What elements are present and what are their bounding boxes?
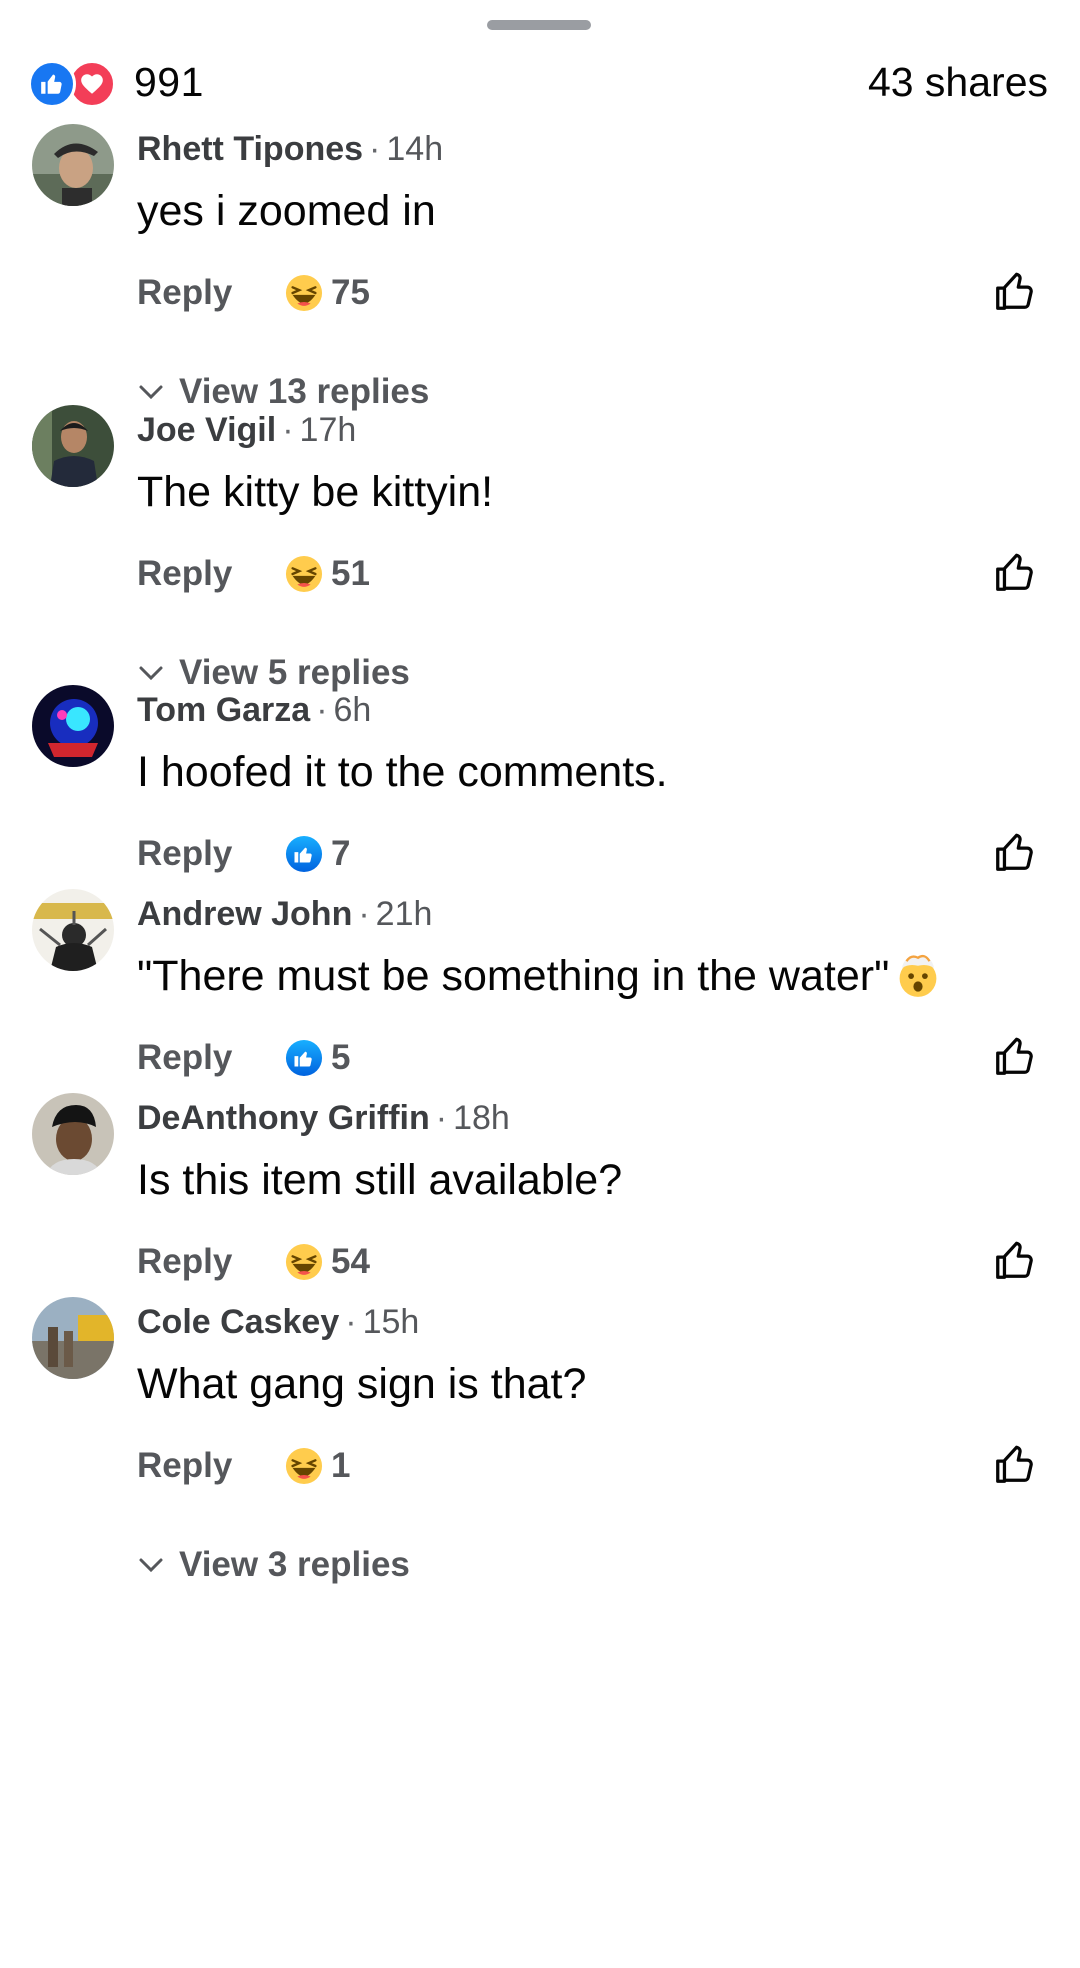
author-line: Rhett Tipones · 14h [137, 124, 443, 174]
like-reaction-icon [28, 60, 76, 108]
chevron-down-icon [139, 666, 163, 681]
like-icon [285, 1039, 323, 1077]
timestamp[interactable]: 17h [300, 411, 357, 449]
separator-dot: · [282, 411, 294, 449]
thumbs-up-icon[interactable] [992, 549, 1038, 595]
reaction-badge[interactable]: 1 [285, 1446, 350, 1486]
haha-icon [285, 1447, 323, 1485]
like-icon [285, 835, 323, 873]
thumbs-up-icon[interactable] [992, 1033, 1038, 1079]
author-name[interactable]: Cole Caskey [137, 1303, 339, 1341]
timestamp[interactable]: 15h [363, 1303, 420, 1341]
total-reactions-count: 991 [134, 58, 204, 105]
comment-actions: Reply 54 [137, 1233, 370, 1291]
comment-actions: Reply 75 [137, 264, 370, 322]
reaction-badge[interactable]: 7 [285, 834, 350, 874]
thumbs-up-icon[interactable] [992, 268, 1038, 314]
comment-text: yes i zoomed in [137, 187, 436, 235]
chevron-down-icon [139, 1558, 163, 1573]
shares-count[interactable]: 43 shares [868, 59, 1048, 106]
avatar[interactable] [32, 685, 114, 767]
reaction-count: 1 [331, 1446, 351, 1485]
thumbs-up-icon[interactable] [992, 829, 1038, 875]
avatar[interactable] [32, 889, 114, 971]
reactions-summary-bar: 991 43 shares [28, 52, 1048, 112]
avatar[interactable] [32, 1093, 114, 1175]
drag-handle[interactable] [487, 20, 591, 30]
separator-dot: · [369, 130, 381, 168]
reply-button[interactable]: Reply [137, 834, 285, 874]
comment-text: The kitty be kittyin! [137, 468, 494, 516]
haha-icon [285, 1243, 323, 1281]
thumbs-up-icon[interactable] [992, 1237, 1038, 1283]
author-name[interactable]: Rhett Tipones [137, 130, 363, 168]
reaction-count: 5 [331, 1038, 351, 1077]
thumbs-up-icon[interactable] [992, 1441, 1038, 1487]
reaction-badge[interactable]: 54 [285, 1242, 370, 1282]
author-line: Cole Caskey · 15h [137, 1297, 419, 1347]
reply-button[interactable]: Reply [137, 1242, 285, 1282]
timestamp[interactable]: 6h [334, 691, 372, 729]
author-line: Tom Garza · 6h [137, 685, 371, 735]
author-name[interactable]: Joe Vigil [137, 411, 276, 449]
avatar[interactable] [32, 124, 114, 206]
comment-text: Is this item still available? [137, 1156, 623, 1204]
comment-actions: Reply 7 [137, 825, 350, 883]
reply-button[interactable]: Reply [137, 1446, 285, 1486]
comment-text: I hoofed it to the comments. [137, 748, 668, 796]
author-line: Joe Vigil · 17h [137, 405, 356, 455]
avatar[interactable] [32, 1297, 114, 1379]
reaction-count: 75 [331, 273, 370, 312]
haha-icon [285, 555, 323, 593]
view-replies-link[interactable]: View 3 replies [137, 1545, 410, 1585]
separator-dot: · [435, 1099, 448, 1137]
timestamp[interactable]: 18h [453, 1099, 510, 1137]
comment-actions: Reply 1 [137, 1437, 350, 1495]
reaction-icons [28, 60, 120, 108]
comment-text: What gang sign is that? [137, 1360, 587, 1408]
chevron-down-icon [139, 385, 163, 400]
separator-dot: · [345, 1303, 357, 1341]
reactions-summary[interactable]: 991 [28, 58, 204, 108]
reaction-count: 7 [331, 834, 351, 873]
reply-button[interactable]: Reply [137, 1038, 285, 1078]
exploding-head-icon [899, 954, 937, 997]
reaction-count: 54 [331, 1242, 370, 1281]
author-name[interactable]: DeAnthony Griffin [137, 1099, 430, 1137]
comment-actions: Reply 51 [137, 545, 370, 603]
timestamp[interactable]: 14h [386, 130, 443, 168]
comment-text: "There must be something in the water" [137, 945, 941, 1007]
comment-text-content: "There must be something in the water" [137, 952, 890, 1000]
separator-dot: · [316, 691, 328, 729]
timestamp[interactable]: 21h [376, 895, 433, 933]
author-line: DeAnthony Griffin · 18h [137, 1093, 510, 1143]
reply-button[interactable]: Reply [137, 554, 285, 594]
reaction-badge[interactable]: 75 [285, 273, 370, 313]
reaction-badge[interactable]: 51 [285, 554, 370, 594]
separator-dot: · [358, 895, 370, 933]
reply-button[interactable]: Reply [137, 273, 285, 313]
reaction-count: 51 [331, 554, 370, 593]
comment-actions: Reply 5 [137, 1029, 350, 1087]
haha-icon [285, 274, 323, 312]
view-replies-label: View 3 replies [179, 1545, 410, 1584]
avatar[interactable] [32, 405, 114, 487]
reaction-badge[interactable]: 5 [285, 1038, 350, 1078]
author-line: Andrew John · 21h [137, 889, 432, 939]
author-name[interactable]: Tom Garza [137, 691, 310, 729]
author-name[interactable]: Andrew John [137, 895, 352, 933]
